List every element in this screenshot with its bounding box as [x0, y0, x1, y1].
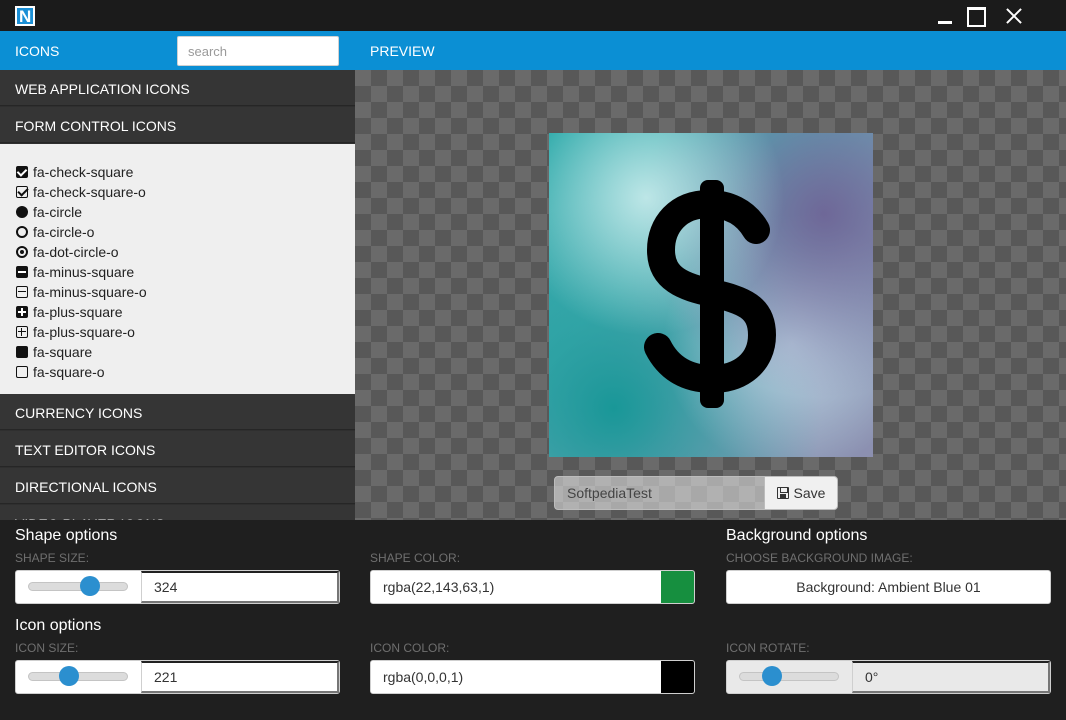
- icon-size-label: ICON SIZE:: [15, 641, 79, 655]
- shape-size-label: SHAPE SIZE:: [15, 551, 90, 565]
- icon-name: fa-minus-square: [33, 264, 135, 280]
- dot-circle-o-icon: [16, 246, 28, 258]
- list-item-fa-dot-circle-o[interactable]: fa-dot-circle-o: [16, 242, 147, 262]
- title-bar: N: [0, 0, 1066, 31]
- preview-area: Save: [355, 70, 1066, 520]
- shape-size-slider-thumb[interactable]: [79, 576, 100, 596]
- list-item-fa-circle[interactable]: fa-circle: [16, 202, 147, 222]
- list-item-fa-minus-square-o[interactable]: fa-minus-square-o: [16, 282, 147, 302]
- icon-rotate-slider[interactable]: [739, 666, 839, 686]
- category-text-editor-icons[interactable]: TEXT EDITOR ICONS: [0, 431, 355, 467]
- check-square-o-icon: [16, 186, 28, 198]
- list-item-fa-check-square[interactable]: fa-check-square: [16, 162, 147, 182]
- icon-size-slider[interactable]: [28, 666, 128, 686]
- icon-name: fa-plus-square-o: [33, 324, 135, 340]
- icon-rotate-slider-thumb[interactable]: [762, 666, 783, 686]
- circle-icon: [16, 206, 28, 218]
- icon-color-input[interactable]: [371, 661, 662, 693]
- shape-size-slider[interactable]: [28, 576, 128, 596]
- shape-color-swatch[interactable]: [661, 571, 694, 603]
- icon-preview-canvas: [549, 133, 873, 457]
- icon-name: fa-circle-o: [33, 224, 95, 240]
- minus-square-icon: [16, 266, 28, 278]
- icon-color-control: [370, 660, 695, 694]
- floppy-icon: [776, 487, 789, 499]
- icon-color-label: ICON COLOR:: [370, 641, 450, 655]
- choose-background-label: CHOOSE BACKGROUND IMAGE:: [726, 551, 913, 565]
- icon-size-slider-thumb[interactable]: [59, 666, 80, 686]
- category-currency-icons[interactable]: CURRENCY ICONS: [0, 394, 355, 430]
- icon-category-sidebar: WEB APPLICATION ICONS FORM CONTROL ICONS…: [0, 70, 355, 520]
- icon-size-input[interactable]: [141, 661, 339, 693]
- preview-title: PREVIEW: [370, 43, 435, 59]
- icon-name: fa-check-square-o: [33, 184, 146, 200]
- icon-size-control: [15, 660, 340, 694]
- category-video-player-icons[interactable]: VIDEO PLAYER ICONS: [0, 505, 355, 520]
- minimize-icon[interactable]: [930, 4, 960, 28]
- options-panel: Shape options SHAPE SIZE: SHAPE COLOR: B…: [0, 520, 1066, 720]
- shape-color-label: SHAPE COLOR:: [370, 551, 461, 565]
- save-button-label: Save: [793, 485, 826, 501]
- check-square-icon: [16, 166, 28, 178]
- choose-background-button[interactable]: Background: Ambient Blue 01: [726, 570, 1051, 604]
- plus-square-o-icon: [16, 326, 28, 338]
- list-item-fa-square-o[interactable]: fa-square-o: [16, 362, 147, 382]
- icon-color-swatch[interactable]: [661, 661, 694, 693]
- close-icon[interactable]: [1000, 4, 1030, 28]
- icon-name: fa-square-o: [33, 364, 105, 380]
- shape-size-input[interactable]: [141, 571, 339, 603]
- icon-name: fa-plus-square: [33, 304, 123, 320]
- app-window: N ICONS PREVIEW WEB APPLICATION ICONS FO…: [0, 0, 1066, 720]
- square-icon: [16, 346, 28, 358]
- icon-name: fa-circle: [33, 204, 83, 220]
- icon-options-title: Icon options: [15, 617, 102, 634]
- category-directional-icons[interactable]: DIRECTIONAL ICONS: [0, 468, 355, 504]
- background-options-title: Background options: [726, 527, 868, 544]
- shape-color-control: [370, 570, 695, 604]
- icons-title: ICONS: [15, 43, 60, 59]
- header-bar: ICONS PREVIEW: [0, 31, 1066, 70]
- icon-list: fa-check-square fa-check-square-o fa-cir…: [16, 162, 147, 382]
- app-logo-letter: N: [19, 7, 32, 26]
- dollar-icon: [644, 180, 776, 408]
- icon-name: fa-check-square: [33, 164, 134, 180]
- plus-square-icon: [16, 306, 28, 318]
- icon-rotate-control: [726, 660, 1051, 694]
- list-item-fa-check-square-o[interactable]: fa-check-square-o: [16, 182, 147, 202]
- app-logo-icon: N: [15, 6, 35, 26]
- save-row: Save: [554, 476, 838, 510]
- icon-rotate-input[interactable]: [852, 661, 1050, 693]
- circle-o-icon: [16, 226, 28, 238]
- icon-rotate-label: ICON ROTATE:: [726, 641, 810, 655]
- list-item-fa-circle-o[interactable]: fa-circle-o: [16, 222, 147, 242]
- list-item-fa-square[interactable]: fa-square: [16, 342, 147, 362]
- list-item-fa-minus-square[interactable]: fa-minus-square: [16, 262, 147, 282]
- shape-size-control: [15, 570, 340, 604]
- category-form-control-icons[interactable]: FORM CONTROL ICONS: [0, 107, 355, 143]
- icon-name: fa-square: [33, 344, 93, 360]
- maximize-icon[interactable]: [960, 4, 990, 28]
- square-o-icon: [16, 366, 28, 378]
- shape-color-input[interactable]: [371, 571, 662, 603]
- form-control-icon-list: fa-check-square fa-check-square-o fa-cir…: [0, 144, 355, 394]
- category-web-application-icons[interactable]: WEB APPLICATION ICONS: [0, 70, 355, 106]
- search-input[interactable]: [177, 36, 339, 66]
- shape-options-title: Shape options: [15, 527, 118, 544]
- minus-square-o-icon: [16, 286, 28, 298]
- filename-input[interactable]: [554, 476, 765, 510]
- icon-name: fa-minus-square-o: [33, 284, 147, 300]
- list-item-fa-plus-square[interactable]: fa-plus-square: [16, 302, 147, 322]
- save-button[interactable]: Save: [764, 476, 838, 510]
- list-item-fa-plus-square-o[interactable]: fa-plus-square-o: [16, 322, 147, 342]
- icon-name: fa-dot-circle-o: [33, 244, 119, 260]
